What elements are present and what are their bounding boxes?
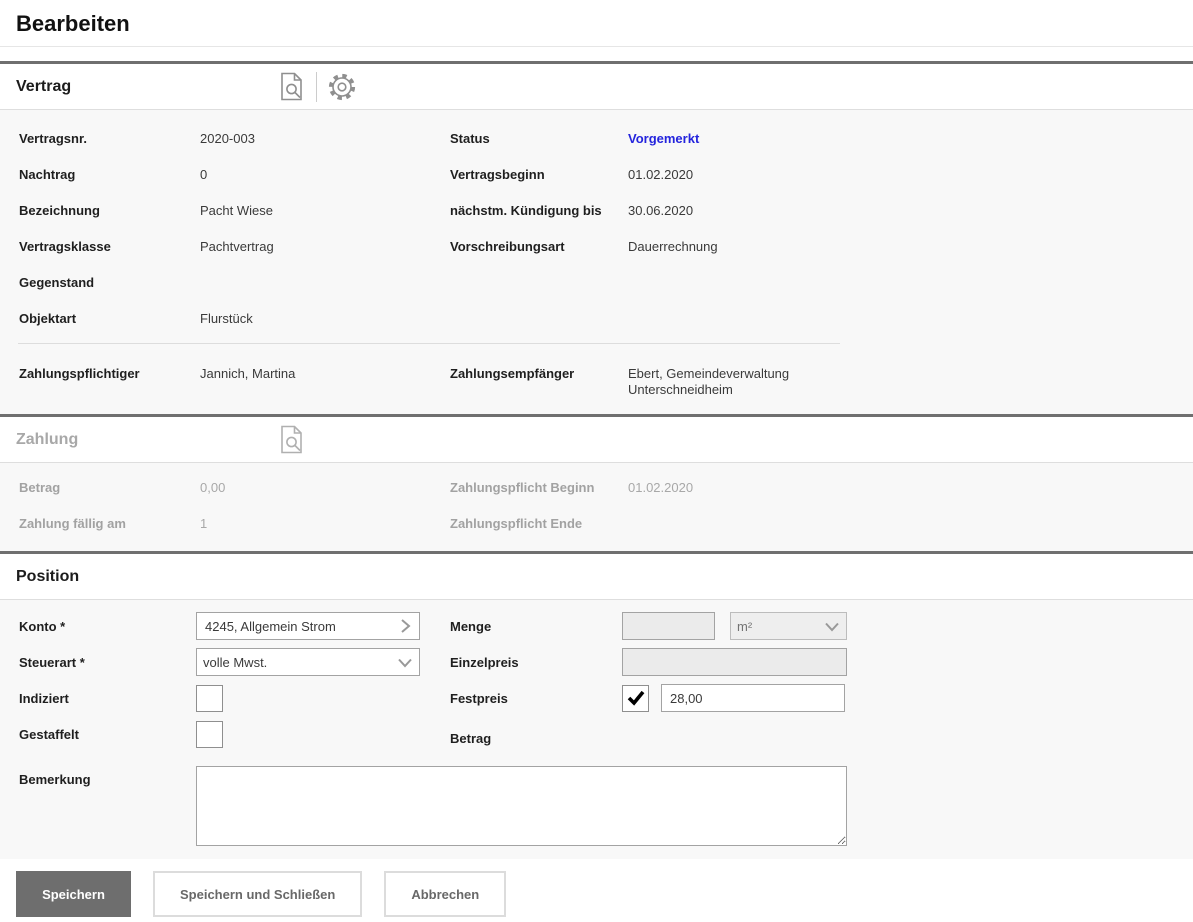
field-value: 0,00 [200,480,450,495]
parties-row: Zahlungspflichtiger Jannich, Martina Zah… [0,344,1193,414]
konto-picker [196,612,420,640]
preview-icon[interactable] [274,70,308,104]
menge-input [622,612,715,640]
menge-unit-select-wrap: m² [730,612,847,640]
section-vertrag: Vertrag Vertrags [0,61,1193,414]
field-row: Vertragsklasse Pachtvertrag Vorschreibun… [0,228,1193,264]
field-label: Nachtrag [19,167,200,182]
konto-input[interactable] [197,619,393,634]
field-value: Pacht Wiese [200,203,450,218]
betrag-label: Betrag [450,731,622,748]
cancel-button[interactable]: Abbrechen [384,871,506,917]
field-value: Pachtvertrag [200,239,450,254]
status-value[interactable]: Vorgemerkt [628,131,828,146]
field-value: Ebert, Gemeindeverwaltung Unterschneidhe… [628,366,833,398]
section-zahlung-title: Zahlung [16,431,274,449]
field-label: Status [450,131,628,146]
field-label: Vertragsklasse [19,239,200,254]
section-position-header: Position [0,554,1193,599]
einzelpreis-input [622,648,847,676]
page-title: Bearbeiten [0,0,1193,47]
field-label: Objektart [19,311,200,326]
button-row: Speichern Speichern und Schließen Abbrec… [16,871,1193,917]
field-value: 2020-003 [200,131,450,146]
festpreis-input[interactable] [661,684,845,712]
indiziert-checkbox[interactable] [196,685,223,712]
field-label: Betrag [19,480,200,495]
section-position-title: Position [16,568,274,586]
field-label: Zahlung fällig am [19,516,200,531]
field-value: Jannich, Martina [200,366,450,382]
field-value: 01.02.2020 [628,480,828,495]
gear-icon[interactable] [325,70,359,104]
indiziert-label: Indiziert [19,691,196,706]
field-row: Gegenstand [0,264,1193,300]
field-label: Zahlungspflicht Ende [450,516,628,531]
field-row: Vertragsnr. 2020-003 Status Vorgemerkt [0,120,1193,156]
gestaffelt-label: Gestaffelt [19,727,196,742]
field-value: 30.06.2020 [628,203,828,218]
festpreis-label: Festpreis [450,691,622,706]
einzelpreis-label: Einzelpreis [450,655,622,670]
save-button[interactable]: Speichern [16,871,131,917]
section-zahlung: Zahlung Betrag 0,00 Zahlungspflicht Begi… [0,414,1193,551]
field-value: Flurstück [200,311,450,326]
menge-label: Menge [450,619,622,634]
field-row: Bezeichnung Pacht Wiese nächstm. Kündigu… [0,192,1193,228]
section-zahlung-header: Zahlung [0,417,1193,462]
preview-icon[interactable] [274,423,308,457]
field-value: 1 [200,516,450,531]
menge-unit-select: m² [730,612,847,640]
field-label: Zahlungsempfänger [450,366,628,382]
section-vertrag-header: Vertrag [0,64,1193,109]
field-label: Vertragsbeginn [450,167,628,182]
bemerkung-label: Bemerkung [19,766,196,787]
bemerkung-textarea[interactable] [196,766,847,846]
chevron-right-icon[interactable] [393,619,419,633]
field-label: Zahlungspflichtiger [19,366,200,382]
field-label: Bezeichnung [19,203,200,218]
konto-label: Konto * [19,619,196,634]
steuerart-label: Steuerart * [19,655,196,670]
festpreis-checkbox[interactable] [622,685,649,712]
field-value: 01.02.2020 [628,167,828,182]
field-label: nächstm. Kündigung bis [450,203,628,218]
save-and-close-button[interactable]: Speichern und Schließen [153,871,362,917]
field-label: Vertragsnr. [19,131,200,146]
field-row: Zahlung fällig am 1 Zahlungspflicht Ende [0,505,1193,541]
field-label: Vorschreibungsart [450,239,628,254]
gestaffelt-checkbox[interactable] [196,721,223,748]
field-value: 0 [200,167,450,182]
field-row: Betrag 0,00 Zahlungspflicht Beginn 01.02… [0,469,1193,505]
steuerart-select[interactable]: volle Mwst. [196,648,420,676]
field-row: Nachtrag 0 Vertragsbeginn 01.02.2020 [0,156,1193,192]
field-value: Dauerrechnung [628,239,828,254]
field-label: Gegenstand [19,275,200,290]
icon-divider [316,72,317,102]
steuerart-select-wrap: volle Mwst. [196,648,420,676]
field-label: Zahlungspflicht Beginn [450,480,628,495]
section-position: Position Konto * Menge m² [0,551,1193,859]
field-row: Objektart Flurstück [0,300,1193,336]
section-vertrag-title: Vertrag [16,78,274,96]
